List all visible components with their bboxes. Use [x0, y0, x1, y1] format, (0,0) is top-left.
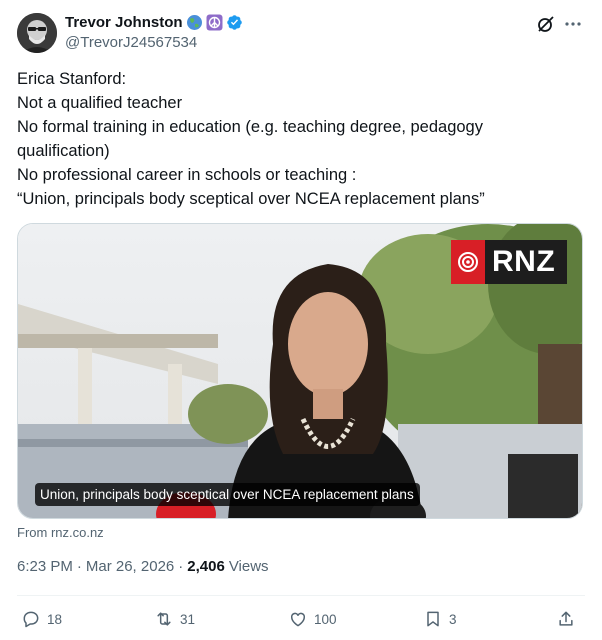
rnz-logo-text: RNZ: [492, 245, 556, 278]
tweet-line: No formal training in education (e.g. te…: [17, 118, 483, 136]
action-bar: 18 31 100 3: [0, 604, 602, 634]
rnz-mark-icon: [451, 240, 485, 284]
tweet: Trevor Johnston @TrevorJ24567534 Erica S…: [0, 0, 602, 640]
views-label: Views: [228, 558, 269, 575]
rnz-logo: RNZ: [451, 240, 567, 284]
reply-button[interactable]: 18: [21, 604, 62, 634]
bookmark-count: 3: [449, 611, 457, 627]
tweet-line: No professional career in schools or tea…: [17, 166, 357, 184]
tweet-text: Erica Stanford: Not a qualified teacher …: [17, 67, 577, 211]
like-button[interactable]: 100: [288, 604, 337, 634]
globe-emoji-icon: [186, 14, 203, 31]
heart-icon: [290, 612, 306, 627]
meta-separator: ·: [76, 558, 82, 575]
divider: [17, 595, 585, 596]
reply-count: 18: [47, 611, 63, 627]
author-handle[interactable]: @TrevorJ24567534: [65, 34, 197, 51]
more-options-icon[interactable]: [563, 14, 583, 34]
author-name[interactable]: Trevor Johnston: [65, 14, 183, 31]
peace-symbol-icon: [206, 14, 223, 31]
bookmark-icon: [427, 611, 439, 627]
verified-badge-icon[interactable]: [226, 14, 243, 31]
share-icon: [559, 611, 573, 626]
share-button[interactable]: [556, 604, 582, 634]
repost-count: 31: [180, 611, 196, 627]
avatar[interactable]: [17, 13, 57, 53]
tweet-line: Erica Stanford:: [17, 70, 127, 88]
like-count: 100: [314, 611, 337, 627]
author-name-row: Trevor Johnston: [65, 12, 243, 32]
tweet-line: qualification): [17, 142, 110, 160]
card-source[interactable]: From rnz.co.nz: [17, 525, 104, 540]
reply-icon: [23, 611, 39, 628]
tweet-time[interactable]: 6:23 PM: [17, 558, 73, 575]
link-card[interactable]: RNZ Union, principals body sceptical ove…: [17, 223, 583, 519]
repost-icon: [157, 612, 171, 626]
repost-button[interactable]: 31: [154, 604, 195, 634]
tweet-line: Not a qualified teacher: [17, 94, 183, 112]
card-caption: Union, principals body sceptical over NC…: [35, 483, 420, 506]
tweet-meta: 6:23 PM · Mar 26, 2026 · 2,406 Views: [17, 558, 269, 575]
views-count: 2,406: [187, 558, 225, 575]
meta-separator: ·: [178, 558, 184, 575]
tweet-line: “Union, principals body sceptical over N…: [17, 190, 485, 208]
tweet-date[interactable]: Mar 26, 2026: [86, 558, 174, 575]
grok-icon[interactable]: [536, 14, 556, 34]
bookmark-button[interactable]: 3: [423, 604, 457, 634]
